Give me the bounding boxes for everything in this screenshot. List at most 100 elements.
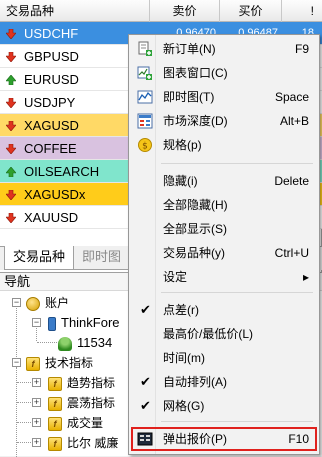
menu-item-hide[interactable]: 隐藏(i) Delete — [131, 169, 317, 193]
symbol-name: EURUSD — [24, 72, 79, 87]
tree-node-indicator-group[interactable]: f 成交量 — [48, 413, 103, 433]
context-menu: 新订单(N) F9 图表窗口(C) 即时图(T) Space 市场深度(D) Alt+B $ 规… — [128, 34, 320, 455]
menu-item-chart-window[interactable]: 图表窗口(C) — [131, 61, 317, 85]
symbol-name: XAUUSD — [24, 210, 79, 225]
market-watch-header: 交易品种 卖价 买价 ! — [0, 0, 322, 22]
menu-item-label: 自动排列(A) — [163, 375, 227, 389]
menu-item-spread[interactable]: ✔ 点差(r) — [131, 298, 317, 322]
menu-item-label: 隐藏(i) — [163, 174, 198, 188]
menu-item-label: 点差(r) — [163, 303, 199, 317]
menu-item-label: 网格(G) — [163, 399, 205, 413]
symbol-name: XAGUSD — [24, 118, 79, 133]
menu-item-label: 设定 — [163, 270, 188, 284]
arrow-down-icon — [6, 190, 16, 200]
indicator-folder-icon: f — [48, 376, 62, 391]
indicator-folder-icon: f — [48, 396, 62, 411]
column-header-symbol[interactable]: 交易品种 — [0, 0, 150, 22]
menu-item-symbols[interactable]: 交易品种(y) Ctrl+U — [131, 241, 317, 265]
column-header-ask[interactable]: 买价 — [220, 0, 282, 22]
specification-icon: $ — [138, 138, 152, 152]
tree-node-indicator-group[interactable]: f 比尔 威廉 — [48, 433, 118, 453]
symbol-name: USDJPY — [24, 95, 76, 110]
menu-item-shortcut: F9 — [294, 42, 309, 56]
menu-separator — [161, 421, 313, 422]
menu-item-label: 时间(m) — [163, 351, 205, 365]
expand-indicator-group-toggle[interactable]: + — [32, 378, 41, 387]
menu-item-shortcut: ▸ — [302, 270, 309, 284]
menu-item-auto-arrange[interactable]: ✔ 自动排列(A) — [131, 370, 317, 394]
account-number: 11534 — [77, 335, 113, 350]
collapse-server-toggle[interactable]: − — [32, 318, 41, 327]
check-mark-icon: ✔ — [140, 374, 151, 389]
tree-node-indicators[interactable]: f 技术指标 — [26, 353, 93, 373]
check-mark-icon: ✔ — [140, 398, 151, 413]
tab-symbols[interactable]: 交易品种 — [4, 246, 75, 270]
tree-node-accounts[interactable]: 账户 — [26, 293, 69, 313]
menu-item-sets[interactable]: 设定 ▸ — [131, 265, 317, 289]
menu-item-new-order[interactable]: 新订单(N) F9 — [131, 37, 317, 61]
arrow-down-icon — [6, 98, 16, 108]
menu-item-label: 市场深度(D) — [163, 114, 228, 128]
menu-separator — [161, 292, 313, 293]
tree-node-server[interactable]: ThinkFore — [48, 313, 120, 333]
symbol-name: GBPUSD — [24, 49, 79, 64]
arrow-down-icon — [6, 144, 16, 154]
symbol-name: XAGUSDx — [24, 187, 86, 202]
svg-text:$: $ — [142, 142, 148, 152]
menu-separator — [161, 163, 313, 164]
tab-tick-chart[interactable]: 即时图 — [74, 246, 131, 270]
menu-item-specification[interactable]: $ 规格(p) — [131, 133, 317, 157]
symbol-name: OILSEARCH — [24, 164, 100, 179]
collapse-accounts-toggle[interactable]: − — [12, 298, 21, 307]
indicator-group-label: 趋势指标 — [67, 376, 116, 390]
menu-item-label: 交易品种(y) — [163, 246, 225, 260]
indicators-folder-icon: f — [26, 356, 40, 371]
menu-item-shortcut: F10 — [288, 432, 309, 446]
menu-item-show-all[interactable]: 全部显示(S) — [131, 217, 317, 241]
arrow-down-icon — [6, 121, 16, 131]
menu-item-hide-all[interactable]: 全部隐藏(H) — [131, 193, 317, 217]
menu-item-label: 图表窗口(C) — [163, 66, 228, 80]
menu-item-grid[interactable]: ✔ 网格(G) — [131, 394, 317, 418]
tick-chart-icon — [137, 90, 153, 104]
tree-node-indicator-group[interactable]: f 震荡指标 — [48, 393, 115, 413]
arrow-down-icon — [6, 29, 16, 39]
expand-indicator-group-toggle[interactable]: + — [32, 418, 41, 427]
expand-indicator-group-toggle[interactable]: + — [32, 438, 41, 447]
collapse-indicators-toggle[interactable]: − — [12, 358, 21, 367]
menu-item-label: 即时图(T) — [163, 90, 215, 104]
arrow-up-icon — [6, 167, 16, 177]
menu-item-shortcut: Space — [274, 90, 309, 104]
check-mark-icon: ✔ — [140, 302, 151, 317]
user-account-icon — [58, 336, 72, 351]
menu-item-shortcut: Delete — [274, 174, 309, 188]
column-header-spread[interactable]: ! — [282, 0, 322, 22]
menu-item-tick-chart[interactable]: 即时图(T) Space — [131, 85, 317, 109]
popup-prices-icon — [137, 432, 153, 446]
menu-item-label: 规格(p) — [163, 138, 202, 152]
menu-item-shortcut: Alt+B — [279, 114, 309, 128]
indicator-folder-icon: f — [48, 436, 62, 451]
tree-node-account[interactable]: 11534 — [58, 333, 112, 353]
indicators-label: 技术指标 — [45, 356, 94, 370]
indicator-group-label: 比尔 威廉 — [67, 436, 119, 450]
menu-item-time[interactable]: 时间(m) — [131, 346, 317, 370]
indicator-group-label: 震荡指标 — [67, 396, 116, 410]
indicator-folder-icon: f — [48, 416, 62, 431]
server-label: ThinkFore — [61, 315, 120, 330]
menu-item-depth-of-market[interactable]: 市场深度(D) Alt+B — [131, 109, 317, 133]
expand-indicator-group-toggle[interactable]: + — [32, 398, 41, 407]
menu-item-label: 全部显示(S) — [163, 222, 227, 236]
menu-item-label: 最高价/最低价(L) — [163, 327, 254, 341]
arrow-up-icon — [6, 75, 16, 85]
menu-item-high-low[interactable]: 最高价/最低价(L) — [131, 322, 317, 346]
server-icon — [48, 316, 56, 331]
symbol-name: USDCHF — [24, 26, 79, 41]
menu-item-popup-prices[interactable]: 弹出报价(P) F10 — [131, 427, 317, 451]
column-header-bid[interactable]: 卖价 — [150, 0, 220, 22]
accounts-label: 账户 — [45, 296, 70, 310]
chart-window-icon — [137, 66, 152, 80]
menu-item-label: 弹出报价(P) — [163, 432, 227, 446]
arrow-down-icon — [6, 213, 16, 223]
tree-node-indicator-group[interactable]: f 趋势指标 — [48, 373, 115, 393]
